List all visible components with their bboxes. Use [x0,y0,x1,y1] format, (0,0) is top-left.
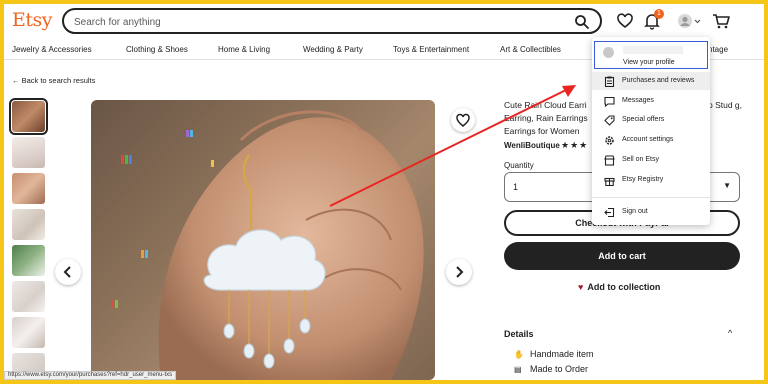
clipboard-icon: ▤ [514,365,522,374]
nav-art-collectibles[interactable]: Art & Collectibles [500,45,561,54]
thumbnail-8[interactable] [12,353,45,373]
browser-status-url: https://www.etsy.com/your/purchases?ref=… [4,371,177,380]
menu-account-settings[interactable]: Account settings [592,131,710,149]
shop-icon [604,155,615,166]
product-title: Cute Rain Cloud Earri Earring, Rain Earr… [504,99,596,138]
shop-name-link[interactable]: WenliBoutique [504,141,560,150]
menu-registry-label: Etsy Registry [622,176,664,183]
menu-etsy-registry[interactable]: Etsy Registry [592,171,710,189]
thumbnail-1[interactable] [9,98,48,135]
chevron-right-icon [456,266,464,278]
detail-handmade-label: Handmade item [530,349,594,359]
nav-wedding-party[interactable]: Wedding & Party [303,45,363,54]
cart-icon[interactable] [712,12,730,30]
menu-purchases-reviews[interactable]: Purchases and reviews [592,72,710,90]
header: Etsy 1 [4,4,764,40]
product-title-tail: p Stud g, [708,100,743,110]
thumbnail-6[interactable] [12,281,45,312]
cloud-earring-photo [111,110,424,380]
add-to-collection-button[interactable]: ♥ Add to collection [578,282,660,292]
caret-down-icon: ▼ [723,181,731,190]
account-dropdown-menu: View your profile Purchases and reviews … [592,37,710,225]
thumbnail-2[interactable] [12,137,45,168]
favorites-heart-icon[interactable] [616,12,634,30]
product-title-line2: Earring, Rain Earrings [504,113,588,123]
nav-home-living[interactable]: Home & Living [218,45,270,54]
quantity-label: Quantity [504,161,534,170]
add-to-cart-button[interactable]: Add to cart [504,242,740,270]
thumbnail-3[interactable] [12,173,45,204]
view-profile-label: View your profile [623,59,675,66]
search-input[interactable] [74,14,554,30]
avatar [603,47,614,58]
tag-icon [604,115,615,126]
menu-sell-on-etsy[interactable]: Sell on Etsy [592,151,710,169]
thumbnail-7[interactable] [12,317,45,348]
shop-rating-stars: ★★★ [561,140,589,150]
menu-messages-label: Messages [622,97,654,104]
product-title-line1: Cute Rain Cloud Earri [504,100,587,110]
nav-toys-entertainment[interactable]: Toys & Entertainment [393,45,469,54]
detail-handmade: ✋ Handmade item [514,349,594,359]
menu-special-offers[interactable]: Special offers [592,111,710,129]
menu-purchases-label: Purchases and reviews [622,77,695,84]
detail-made-to-order-label: Made to Order [530,364,589,374]
etsy-logo[interactable]: Etsy [12,9,53,31]
thumbnail-5[interactable] [12,245,45,276]
notification-badge: 1 [654,9,664,19]
product-main-image [91,100,435,380]
favorite-item-button[interactable] [451,108,475,132]
next-image-button[interactable] [446,259,472,285]
add-to-collection-label: Add to collection [587,282,661,292]
product-title-line3: Earrings for Women [504,126,580,136]
sign-out-icon [604,207,615,218]
nav-jewelry-accessories[interactable]: Jewelry & Accessories [12,45,92,54]
search-bar [62,8,602,34]
gear-icon [605,136,614,145]
redacted-username [623,46,683,54]
menu-sign-out[interactable]: Sign out [592,203,710,221]
prev-image-button[interactable] [55,259,81,285]
thumbnail-4[interactable] [12,209,45,240]
menu-sell-label: Sell on Etsy [622,156,659,163]
clipboard-icon [604,76,615,87]
hand-icon: ✋ [514,350,524,359]
quantity-value: 1 [513,182,519,192]
menu-special-offers-label: Special offers [622,116,665,123]
view-profile-item[interactable]: View your profile [594,41,708,69]
detail-made-to-order: ▤ Made to Order [514,364,588,374]
heart-filled-icon: ♥ [578,282,584,292]
etsy-page: Etsy 1 Jewelry & Access [4,4,764,380]
search-icon[interactable] [574,14,590,30]
menu-sign-out-label: Sign out [622,208,648,215]
message-icon [604,96,615,107]
details-heading[interactable]: Details [504,329,534,339]
menu-messages[interactable]: Messages [592,92,710,110]
back-to-search-link[interactable]: ← Back to search results [12,76,95,85]
menu-account-settings-label: Account settings [622,136,674,143]
user-menu-button[interactable] [676,12,702,30]
gift-icon [604,177,615,186]
nav-clothing-shoes[interactable]: Clothing & Shoes [126,45,188,54]
menu-divider [592,197,710,198]
heart-outline-icon [456,113,470,127]
chevron-left-icon [63,266,71,278]
nav-vintage[interactable]: ntage [708,45,728,54]
chevron-up-icon[interactable]: ^ [728,328,732,338]
